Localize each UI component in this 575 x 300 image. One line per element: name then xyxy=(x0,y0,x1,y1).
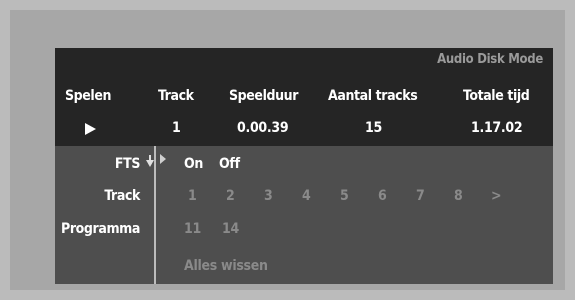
track-number[interactable]: 4 xyxy=(302,188,311,204)
header-aantal-tracks: Aantal tracks xyxy=(328,88,418,104)
track-number[interactable]: 6 xyxy=(378,188,387,204)
track-number[interactable]: 8 xyxy=(454,188,463,204)
track-count: 15 xyxy=(365,120,382,136)
tv-frame: Audio Disk Mode Spelen Track Speelduur A… xyxy=(10,10,565,290)
total-time: 1.17.02 xyxy=(471,120,523,136)
program-entry[interactable]: 14 xyxy=(222,221,239,237)
track-next-button[interactable]: > xyxy=(491,188,502,204)
play-time: 0.00.39 xyxy=(237,120,289,136)
clear-all-button[interactable]: Alles wissen xyxy=(184,258,268,274)
fts-label: FTS xyxy=(114,156,140,172)
status-header: Audio Disk Mode Spelen Track Speelduur A… xyxy=(55,48,553,146)
play-icon xyxy=(85,123,96,135)
programma-label: Programma xyxy=(61,221,140,237)
fts-option-on[interactable]: On xyxy=(184,156,203,172)
header-spelen: Spelen xyxy=(65,88,112,104)
track-number[interactable]: 1 xyxy=(188,188,197,204)
track-number[interactable]: 5 xyxy=(340,188,349,204)
current-track: 1 xyxy=(172,120,181,136)
right-triangle-icon xyxy=(160,154,166,164)
down-arrow-cursor-icon xyxy=(146,160,154,167)
header-totale-tijd: Totale tijd xyxy=(463,88,530,104)
header-track: Track xyxy=(158,88,194,104)
track-number[interactable]: 7 xyxy=(416,188,425,204)
track-label: Track xyxy=(104,188,140,204)
track-number[interactable]: 2 xyxy=(226,188,235,204)
mode-title: Audio Disk Mode xyxy=(437,52,543,67)
osd-panel: Audio Disk Mode Spelen Track Speelduur A… xyxy=(55,48,553,284)
program-entry[interactable]: 11 xyxy=(184,221,201,237)
column-divider xyxy=(154,146,156,284)
track-number[interactable]: 3 xyxy=(264,188,273,204)
header-speelduur: Speelduur xyxy=(229,88,299,104)
fts-option-off[interactable]: Off xyxy=(219,156,240,172)
